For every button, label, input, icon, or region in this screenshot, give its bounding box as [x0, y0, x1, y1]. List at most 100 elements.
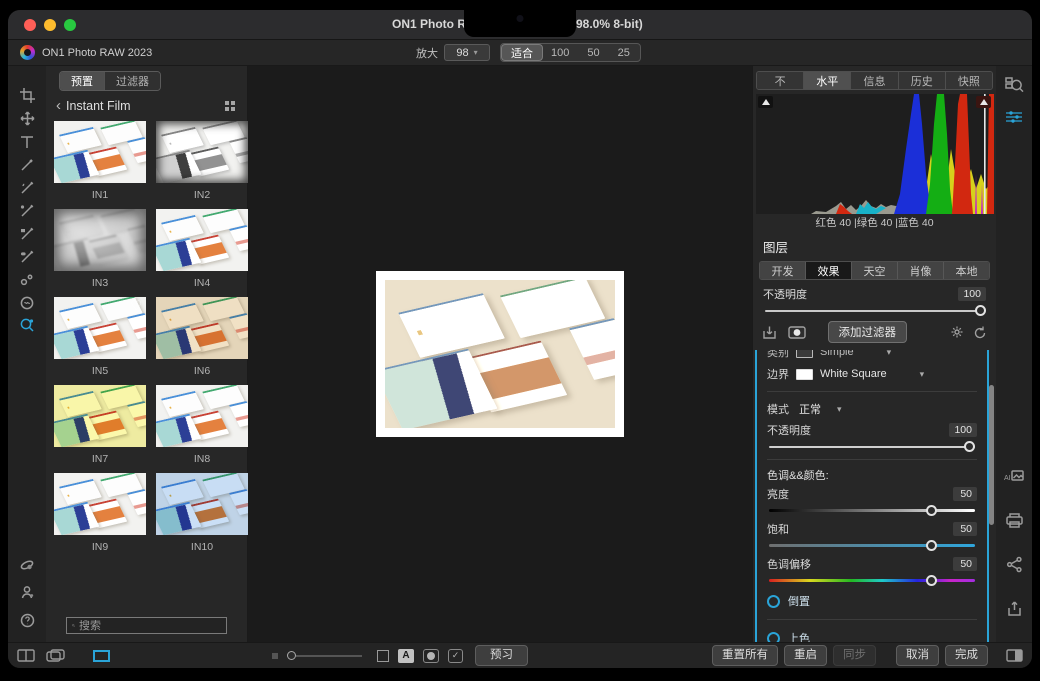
preset-thumb-in4[interactable]: IN4	[156, 209, 248, 290]
panel-scrollbar[interactable]	[989, 385, 994, 525]
tab-portrait[interactable]: 肖像	[897, 262, 943, 279]
filter-opacity-label: 不透明度	[767, 422, 811, 438]
tab-local[interactable]: 本地	[943, 262, 989, 279]
filter-category-value[interactable]: Simple	[820, 350, 854, 358]
tab-sky[interactable]: 天空	[851, 262, 897, 279]
fit-button[interactable]: 适合	[502, 45, 542, 60]
gear-icon[interactable]	[950, 325, 964, 339]
tab-filters[interactable]: 过滤器	[104, 72, 160, 90]
healing-brush-icon[interactable]	[14, 245, 40, 268]
preview-button[interactable]: 预习	[475, 645, 528, 666]
tab-presets[interactable]: 预置	[60, 72, 104, 90]
saturation-value[interactable]: 50	[953, 522, 977, 536]
masking-wand-icon[interactable]	[14, 153, 40, 176]
done-button[interactable]: 完成	[945, 645, 988, 666]
adjustments-icon[interactable]	[1001, 105, 1027, 128]
clone-stamp-icon[interactable]	[14, 268, 40, 291]
atom-icon[interactable]	[14, 553, 40, 576]
histogram[interactable]	[756, 94, 993, 214]
chevron-down-icon[interactable]: ▾	[887, 350, 892, 358]
retouch-brush-icon[interactable]	[14, 199, 40, 222]
view-single-icon[interactable]	[93, 650, 110, 662]
text-icon[interactable]	[14, 130, 40, 153]
annotation-icon[interactable]: A	[398, 649, 414, 663]
tab-snapshots[interactable]: 快照	[945, 72, 992, 89]
highlight-clipping-icon[interactable]	[976, 96, 991, 108]
tab-develop[interactable]: 开发	[760, 262, 805, 279]
view-zoom-icon[interactable]	[14, 314, 40, 337]
brightness-slider[interactable]	[769, 504, 975, 517]
border-value[interactable]: White Square	[820, 368, 887, 380]
preset-thumb-in7[interactable]: IN7	[54, 385, 146, 466]
layer-opacity-slider[interactable]	[765, 305, 984, 317]
face-icon[interactable]	[14, 581, 40, 604]
crop-icon[interactable]	[14, 84, 40, 107]
hue-shift-slider[interactable]	[769, 574, 975, 587]
preset-thumb-in9[interactable]: IN9	[54, 473, 146, 554]
preset-thumb-in5[interactable]: ♡ IN5	[54, 297, 146, 378]
ai-brain-icon[interactable]	[14, 291, 40, 314]
share-icon[interactable]	[1001, 553, 1027, 576]
preset-thumb-in6[interactable]: IN6	[156, 297, 248, 378]
window-title-left: ON1 Photo R	[392, 17, 466, 31]
hue-shift-value[interactable]: 50	[953, 557, 977, 571]
add-filter-button[interactable]: 添加过滤器	[828, 321, 908, 343]
favorite-heart-icon[interactable]: ♡	[130, 298, 142, 314]
filter-opacity-value[interactable]: 100	[949, 423, 977, 437]
cancel-button[interactable]: 取消	[896, 645, 939, 666]
chevron-down-icon[interactable]: ▾	[920, 369, 925, 380]
mask-view-toggle-icon[interactable]	[423, 649, 439, 663]
view-filmstrip-icon[interactable]	[46, 649, 66, 663]
zoom-50-button[interactable]: 50	[578, 45, 608, 60]
collection-header[interactable]: ‹ Instant Film	[46, 93, 247, 118]
zoom-100-button[interactable]: 100	[542, 45, 578, 60]
zoom-level-select[interactable]: 98 ▾	[444, 44, 490, 61]
brightness-value[interactable]: 50	[953, 487, 977, 501]
preset-thumb-in10[interactable]: IN10	[156, 473, 248, 554]
filter-opacity-slider[interactable]	[769, 440, 975, 453]
tab-nav[interactable]: 不	[757, 72, 803, 89]
mask-view-icon[interactable]	[788, 326, 806, 339]
perfect-eraser-icon[interactable]	[14, 176, 40, 199]
reset-all-button[interactable]: 重置所有	[712, 645, 778, 666]
save-preset-icon[interactable]	[762, 325, 777, 340]
minimize-window-button[interactable]	[44, 19, 56, 31]
print-icon[interactable]	[1001, 509, 1027, 532]
soft-proof-icon[interactable]: ✓	[448, 649, 463, 663]
blend-mode-value[interactable]: 正常	[799, 401, 821, 417]
reset-button[interactable]: 重启	[784, 645, 827, 666]
colorize-radio[interactable]	[767, 632, 780, 643]
export-icon[interactable]	[1001, 597, 1027, 620]
help-icon[interactable]	[14, 609, 40, 632]
zoom-25-button[interactable]: 25	[609, 45, 639, 60]
tab-effects[interactable]: 效果	[805, 262, 851, 279]
invert-radio[interactable]	[767, 595, 780, 608]
panel-toggle-icon[interactable]	[1006, 649, 1023, 662]
close-window-button[interactable]	[24, 19, 36, 31]
thumb-size-slider[interactable]	[287, 651, 362, 660]
edited-photo[interactable]	[376, 271, 624, 437]
original-icon[interactable]	[377, 650, 389, 662]
grid-view-icon[interactable]	[225, 101, 235, 111]
tab-history[interactable]: 历史	[898, 72, 945, 89]
view-split-icon[interactable]	[17, 649, 35, 662]
preset-thumb-in3[interactable]: IN3	[54, 209, 146, 290]
image-canvas[interactable]	[248, 66, 752, 642]
tab-info[interactable]: 信息	[850, 72, 897, 89]
navigator-icon[interactable]	[1001, 74, 1027, 97]
ai-image-icon[interactable]: AI	[1001, 465, 1027, 488]
zoom-window-button[interactable]	[64, 19, 76, 31]
reset-undo-icon[interactable]	[973, 325, 987, 339]
layer-opacity-value[interactable]: 100	[958, 287, 986, 301]
preset-thumb-in1[interactable]: IN1	[54, 121, 146, 202]
shadow-clipping-icon[interactable]	[758, 96, 773, 108]
move-icon[interactable]	[14, 107, 40, 130]
search-input[interactable]	[79, 620, 221, 632]
preset-thumb-in8[interactable]: IN8	[156, 385, 248, 466]
tab-levels[interactable]: 水平	[803, 72, 850, 89]
chevron-down-icon[interactable]: ▾	[837, 404, 842, 415]
clone-brush-icon[interactable]	[14, 222, 40, 245]
saturation-slider[interactable]	[769, 539, 975, 552]
back-chevron-icon[interactable]: ‹	[56, 98, 61, 113]
preset-thumb-in2[interactable]: IN2	[156, 121, 248, 202]
